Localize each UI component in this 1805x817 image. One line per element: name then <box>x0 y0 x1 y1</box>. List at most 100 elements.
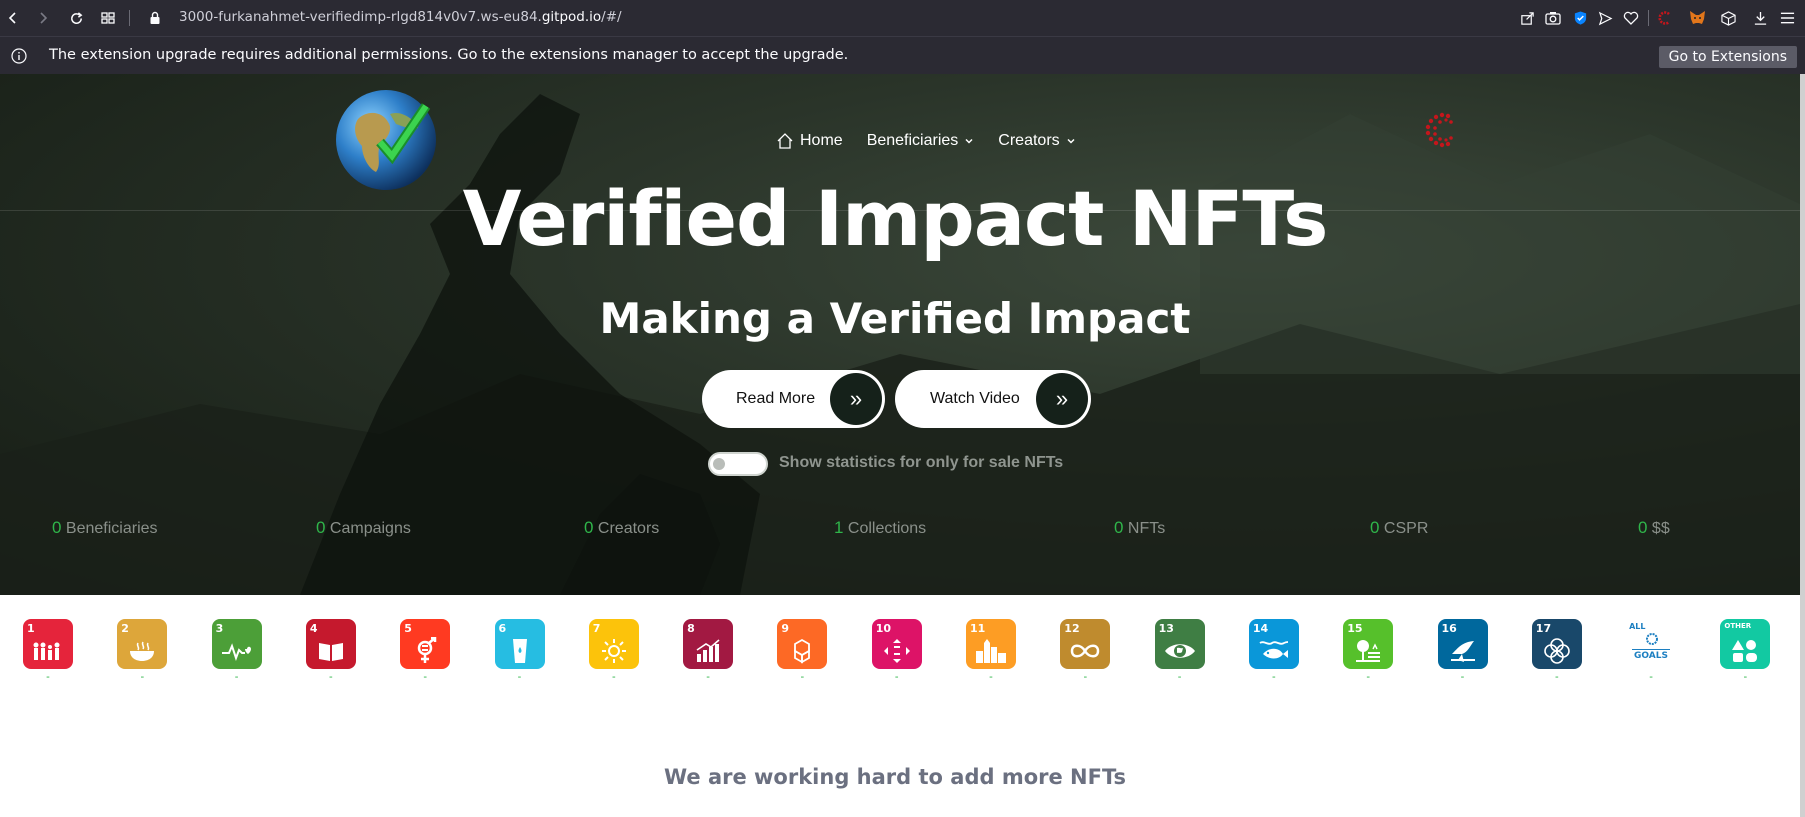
sdg-goal-1[interactable]: 1- <box>23 619 73 683</box>
page-scrollbar[interactable] <box>1800 74 1805 817</box>
toggle-knob <box>713 458 725 470</box>
sdg-goal-16[interactable]: 16 - <box>1437 619 1488 683</box>
sdg-7-icon <box>589 633 639 669</box>
sdg-nft-count: - <box>1272 671 1276 683</box>
sdg-goal-17[interactable]: 17 - <box>1531 619 1582 683</box>
stat-value: 1 <box>834 518 844 537</box>
notification-message: The extension upgrade requires additiona… <box>49 47 849 63</box>
sdg-4-icon <box>306 633 356 669</box>
sdg-tile: 8 <box>683 619 734 669</box>
sdg-tile: 14 <box>1248 619 1299 669</box>
share-icon[interactable] <box>1518 9 1536 27</box>
sdg-tile: 6 <box>494 619 545 669</box>
sdg-goal-other[interactable]: OTHER - <box>1720 619 1771 683</box>
sdg-goal-5[interactable]: 5- <box>400 619 451 683</box>
hero-title: Verified Impact NFTs <box>462 174 1329 263</box>
sdg-goal-10[interactable]: 10 - <box>871 619 922 683</box>
screenshot-icon[interactable] <box>1544 9 1562 27</box>
sdg-goal-3[interactable]: 3- <box>211 619 262 683</box>
forward-icon[interactable] <box>32 7 54 29</box>
sdg-tile: 10 <box>871 619 922 669</box>
sdg-tile: ALL GOALS <box>1626 619 1677 669</box>
sdg-nft-count: - <box>1554 671 1559 683</box>
read-more-label: Read More <box>736 390 816 407</box>
stat-label: Collections <box>847 520 927 537</box>
sdg-goal-6[interactable]: 6- <box>494 619 545 683</box>
sdg-nft-count: - <box>1177 671 1182 683</box>
nav-creators[interactable]: Creators <box>998 132 1075 150</box>
sdg-3-icon <box>212 633 262 669</box>
sdg-tile: 15 <box>1343 619 1394 669</box>
sdg-16-icon <box>1438 633 1488 669</box>
sdg-goal-12[interactable]: 12 - <box>1060 619 1111 683</box>
sdg-tile: 11 <box>966 619 1016 669</box>
sdg-goal-11[interactable]: 11 - <box>966 619 1016 683</box>
shield-icon[interactable] <box>1571 9 1589 27</box>
nav-beneficiaries[interactable]: Beneficiaries <box>867 132 975 150</box>
chevron-down-icon <box>965 138 973 144</box>
sdg-other-icon <box>1720 633 1770 669</box>
sdg-nft-count: - <box>1366 671 1371 683</box>
sdg-goal-all[interactable]: ALL GOALS - <box>1626 619 1677 683</box>
sdg-goal-14[interactable]: 14 - <box>1248 619 1299 683</box>
sdg-nft-count: - <box>234 671 239 683</box>
watch-video-button[interactable]: Watch Video » <box>895 370 1091 428</box>
sdg-13-icon <box>1155 633 1205 669</box>
sdg-goal-4[interactable]: 4- <box>305 619 356 683</box>
read-more-button[interactable]: Read More » <box>702 370 885 428</box>
reload-icon[interactable] <box>65 7 87 29</box>
stat-value: 0 <box>1638 518 1648 537</box>
cube-icon[interactable] <box>1719 9 1737 27</box>
lock-icon[interactable] <box>144 7 166 29</box>
sdg-tile: 12 <box>1060 619 1111 669</box>
send-icon[interactable] <box>1596 9 1614 27</box>
sdg-2-icon <box>117 633 167 669</box>
sdg-goal-15[interactable]: 15 - <box>1343 619 1394 683</box>
sdg-12-icon <box>1060 633 1110 669</box>
sdg-nft-count: - <box>329 671 333 683</box>
sdg-goal-2[interactable]: 2- <box>117 619 168 683</box>
svg-text:GOALS: GOALS <box>1634 651 1668 661</box>
back-icon[interactable] <box>2 7 24 29</box>
nav-home[interactable]: Home <box>776 132 843 150</box>
sdg-17-icon <box>1532 633 1582 669</box>
stat-value: 0 <box>584 518 594 537</box>
stat-label: Creators <box>597 520 660 537</box>
sdg-tile: 16 <box>1437 619 1488 669</box>
sdg-tile: 13 <box>1154 619 1205 669</box>
stat-label: $$ <box>1651 520 1670 537</box>
stat-value: 0 <box>316 518 326 537</box>
go-to-extensions-button[interactable]: Go to Extensions <box>1658 46 1797 68</box>
sdg-goal-13[interactable]: 13 - <box>1154 619 1205 683</box>
hero-subtitle: Making a Verified Impact <box>599 294 1191 343</box>
casper-extension-icon[interactable] <box>1656 9 1674 27</box>
heart-icon[interactable] <box>1622 9 1640 27</box>
sdg-8-icon <box>683 633 733 669</box>
sdg-11-icon <box>966 633 1016 669</box>
metamask-icon[interactable] <box>1688 9 1706 27</box>
stat-collections: 1 Collections <box>834 518 926 538</box>
nav-home-label: Home <box>800 132 843 149</box>
download-icon[interactable] <box>1751 9 1769 27</box>
separator <box>1648 10 1649 26</box>
sdg-number: OTHER <box>1724 622 1752 630</box>
working-message: We are working hard to add more NFTs <box>663 765 1126 789</box>
menu-icon[interactable] <box>1778 9 1796 27</box>
url-bar[interactable]: 3000-furkanahmet-verifiedimp-rlgd814v0v7… <box>179 9 622 25</box>
separator <box>129 10 130 26</box>
casper-wallet-icon[interactable] <box>1420 108 1462 155</box>
stat-campaigns: 0 Campaigns <box>316 518 411 538</box>
sdg-goal-9[interactable]: 9- <box>777 619 828 683</box>
extension-notification-bar: The extension upgrade requires additiona… <box>0 36 1805 74</box>
stat-label: Campaigns <box>329 520 411 537</box>
stat-value: 0 <box>1114 518 1124 537</box>
toggle-label: Show statistics for only for sale NFTs <box>779 454 1064 471</box>
sdg-6-icon <box>495 633 545 669</box>
sdg-tile: 17 <box>1531 619 1582 669</box>
sdg-tile: 2 <box>117 619 168 669</box>
sdg-goal-7[interactable]: 7- <box>588 619 639 683</box>
stat-label: CSPR <box>1383 520 1429 537</box>
extensions-grid-icon[interactable] <box>97 7 119 29</box>
for-sale-toggle[interactable] <box>708 452 768 476</box>
sdg-goal-8[interactable]: 8- <box>683 619 734 683</box>
